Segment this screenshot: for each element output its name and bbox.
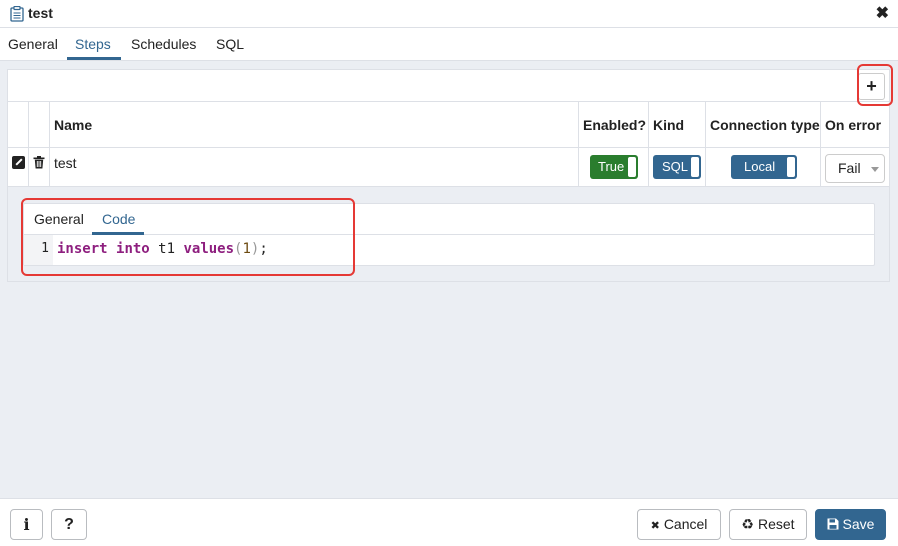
edit-cell [8, 148, 29, 187]
cancel-label: Cancel [663, 516, 708, 532]
code-identifier: t1 [158, 241, 176, 257]
code-keyword: values [183, 241, 235, 257]
trash-icon[interactable] [33, 156, 45, 169]
save-button[interactable]: Save [815, 509, 886, 540]
add-step-button[interactable]: + [858, 73, 885, 100]
header-enabled[interactable]: Enabled? [579, 102, 649, 148]
enabled-toggle[interactable]: True [590, 155, 638, 179]
floppy-disk-icon [827, 518, 839, 530]
edit-icon[interactable] [12, 156, 25, 169]
header-delete-col [29, 102, 50, 148]
close-icon[interactable]: ✖ [876, 5, 889, 23]
code-keyword: insert [57, 241, 108, 257]
detail-tab-code[interactable]: Code [102, 211, 135, 227]
code-number: 1 [242, 241, 251, 257]
on-error-cell: Fail [821, 148, 889, 187]
reset-label: Reset [757, 516, 795, 532]
help-button[interactable]: ? [51, 509, 87, 540]
header-on-error[interactable]: On error [821, 102, 889, 148]
enabled-cell: True [579, 148, 649, 187]
kind-toggle[interactable]: SQL [653, 155, 701, 179]
toggle-knob [691, 157, 699, 177]
clipboard-icon [10, 6, 24, 22]
recycle-icon: ♻ [741, 516, 754, 532]
header-kind[interactable]: Kind [649, 102, 706, 148]
on-error-value: Fail [838, 160, 861, 176]
table-row: test True SQL Local Fail [8, 148, 889, 187]
help-icon: ? [64, 516, 74, 533]
on-error-select[interactable]: Fail [825, 154, 885, 183]
tab-sql[interactable]: SQL [216, 36, 244, 52]
detail-tab-general[interactable]: General [34, 211, 84, 227]
close-icon: ✖ [650, 520, 660, 532]
code-line[interactable]: insert into t1 values(1); [57, 235, 268, 265]
kind-toggle-label: SQL [662, 159, 689, 174]
enabled-toggle-label: True [598, 159, 625, 174]
active-tab-indicator [67, 57, 121, 60]
footer-bar: i ? ✖ Cancel ♻ Reset Save [0, 498, 898, 546]
kind-cell: SQL [649, 148, 706, 187]
chevron-down-icon [871, 167, 879, 172]
detail-tabs: General Code [24, 204, 874, 235]
toggle-knob [628, 157, 636, 177]
grid-toolbar: + [8, 70, 889, 102]
name-cell[interactable]: test [50, 148, 579, 187]
tab-schedules[interactable]: Schedules [131, 36, 196, 52]
tab-steps[interactable]: Steps [75, 36, 111, 52]
header-edit-col [8, 102, 29, 148]
info-icon: i [23, 515, 30, 534]
cancel-button[interactable]: ✖ Cancel [637, 509, 721, 540]
code-semicolon: ; [259, 241, 268, 257]
reset-button[interactable]: ♻ Reset [729, 509, 807, 540]
header-name[interactable]: Name [50, 102, 579, 148]
connection-type-toggle[interactable]: Local [731, 155, 797, 179]
connection-type-cell: Local [706, 148, 821, 187]
step-name: test [54, 155, 77, 171]
info-button[interactable]: i [10, 509, 43, 540]
save-label: Save [842, 516, 875, 532]
window-title: test [28, 5, 53, 21]
tab-general[interactable]: General [8, 36, 58, 52]
connection-type-label: Local [744, 159, 776, 174]
main-tabs: General Steps Schedules SQL [0, 28, 898, 61]
line-number: 1 [24, 235, 53, 265]
toggle-knob [787, 157, 795, 177]
delete-cell [29, 148, 50, 187]
title-bar: test ✖ [0, 0, 898, 28]
steps-panel: + Name Enabled? Kind Connection type On … [7, 69, 890, 282]
grid-header-row: Name Enabled? Kind Connection type On er… [8, 102, 889, 148]
header-connection-type[interactable]: Connection type [706, 102, 821, 148]
step-detail-panel: General Code 1 insert into t1 values(1); [23, 203, 875, 266]
code-editor[interactable]: 1 insert into t1 values(1); [24, 235, 874, 265]
code-keyword: into [116, 241, 150, 257]
